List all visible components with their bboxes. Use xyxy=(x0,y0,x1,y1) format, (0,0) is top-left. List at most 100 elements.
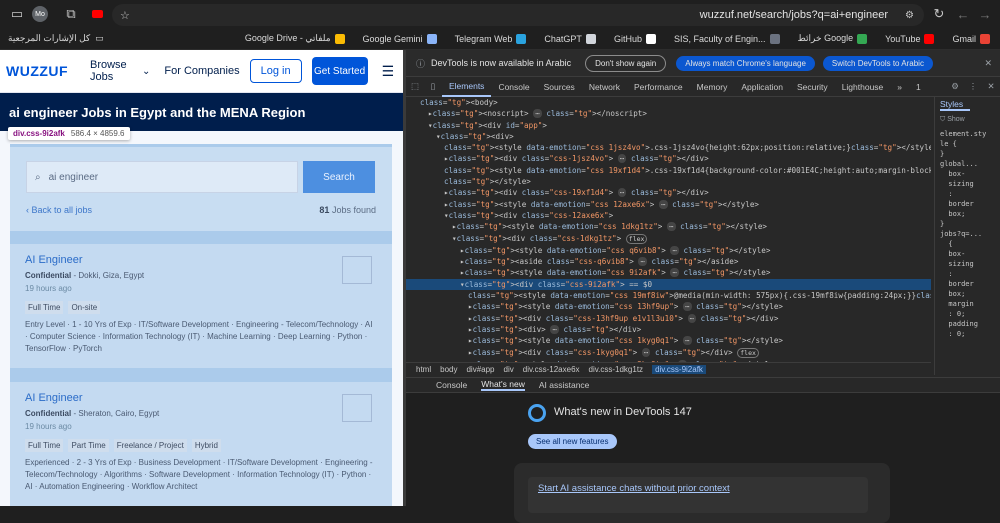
close-devtools-icon[interactable]: ✕ xyxy=(982,81,1000,92)
breadcrumb-item[interactable]: html xyxy=(416,365,431,374)
reload-icon[interactable]: ↻ xyxy=(928,3,950,25)
extensions-icon[interactable]: ⧉ xyxy=(60,3,82,25)
dom-node[interactable]: ▸class="tg"><style data-emotion="css 12a… xyxy=(406,199,931,210)
dom-node[interactable]: ▸class="tg"><aside class="css-q6vib8"> ⋯… xyxy=(406,256,931,267)
all-bookmarks[interactable]: كل الإشارات المرجعية ▭ xyxy=(8,33,104,44)
styles-filter[interactable]: ⛉ Show xyxy=(940,115,1000,125)
drawer-tab[interactable]: AI assistance xyxy=(539,380,590,390)
breadcrumb-item[interactable]: body xyxy=(440,365,457,374)
job-title[interactable]: AI Engineer xyxy=(25,254,82,266)
dom-node[interactable]: class="tg"><style data-emotion="css 19mf… xyxy=(406,290,931,301)
sidebar-toggle-icon[interactable]: ▭ xyxy=(6,3,28,25)
search-button[interactable]: Search xyxy=(303,161,375,193)
bookmark-item[interactable]: خرائط Google xyxy=(798,33,868,44)
browse-jobs-link[interactable]: Browse Jobs xyxy=(90,59,142,83)
bookmark-item[interactable]: Google Gemini xyxy=(363,33,437,44)
dom-node[interactable]: class="tg"><style data-emotion="css 19xf… xyxy=(406,165,931,176)
devtools-tab-elements[interactable]: Elements xyxy=(442,77,492,97)
job-tag[interactable]: On-site xyxy=(68,301,101,314)
styles-tab[interactable]: Styles xyxy=(940,99,970,111)
address-bar[interactable]: ☆ wuzzuf.net/search/jobs?q=ai+engineer ⚙ xyxy=(112,4,924,26)
breadcrumb-item[interactable]: div.css-1dkg1tz xyxy=(589,365,644,374)
dom-node[interactable]: ▸class="tg"><div class="css-13hf9up e1v1… xyxy=(406,313,931,324)
youtube-tab-icon[interactable] xyxy=(86,3,108,25)
feature-link[interactable]: Start AI assistance chats without prior … xyxy=(528,477,868,513)
dom-node[interactable]: ▸class="tg"><style data-emotion="css 13h… xyxy=(406,301,931,312)
settings-icon[interactable]: ⚙ xyxy=(946,81,964,92)
switch-language-button[interactable]: Switch DevTools to Arabic xyxy=(822,55,933,71)
bookmark-item[interactable]: GitHub xyxy=(614,33,656,44)
chevron-down-icon[interactable]: ⌄ xyxy=(142,66,150,77)
dom-node[interactable]: class="tg"><body> xyxy=(406,97,931,108)
issues-count-badge[interactable]: 1 xyxy=(909,77,928,97)
dom-node[interactable]: ▸class="tg"><style data-emotion="css 9i2… xyxy=(406,267,931,278)
get-started-button[interactable]: Get Started xyxy=(311,57,368,85)
dom-node[interactable]: class="tg"></style> xyxy=(406,176,931,187)
breadcrumb-item[interactable]: div xyxy=(504,365,514,374)
back-icon[interactable]: ← xyxy=(952,3,974,25)
url-text: wuzzuf.net/search/jobs?q=ai+engineer xyxy=(699,9,888,21)
company-name[interactable]: Confidential xyxy=(25,409,71,418)
devtools-tab-sources[interactable]: Sources xyxy=(537,77,582,97)
breadcrumb-item[interactable]: div.css-12axe6x xyxy=(523,365,580,374)
close-banner-icon[interactable]: ✕ xyxy=(984,58,992,69)
devtools-tab-console[interactable]: Console xyxy=(491,77,536,97)
dom-node[interactable]: ▸class="tg"><div class="css-1jsz4vo"> ⋯ … xyxy=(406,153,931,164)
job-title[interactable]: AI Engineer xyxy=(25,392,82,404)
wuzzuf-logo[interactable]: WUZZUF xyxy=(6,63,90,79)
dont-show-again-button[interactable]: Don't show again xyxy=(585,54,667,72)
hamburger-menu-icon[interactable]: ☰ xyxy=(382,63,395,80)
inspect-element-icon[interactable]: ⬚ xyxy=(406,81,424,92)
bookmark-item[interactable]: SIS, Faculty of Engin... xyxy=(674,33,780,44)
dom-node[interactable]: ▾class="tg"><div class="css-12axe6x"> xyxy=(406,210,931,221)
dom-node[interactable]: ▾class="tg"><div> xyxy=(406,131,931,142)
bookmark-item[interactable]: YouTube xyxy=(885,33,935,44)
back-to-all-jobs-link[interactable]: ‹ Back to all jobs xyxy=(26,205,92,215)
job-tag[interactable]: Part Time xyxy=(68,439,109,452)
dom-node[interactable]: ▸class="tg"><style data-emotion="css q6v… xyxy=(406,245,931,256)
for-companies-link[interactable]: For Companies xyxy=(164,65,239,77)
dom-node[interactable]: ▾class="tg"><div class="css-1dkg1tz"> fl… xyxy=(406,233,931,245)
dom-node[interactable]: ▸class="tg"><style data-emotion="css 1dk… xyxy=(406,221,931,232)
bookmark-star-icon[interactable]: ☆ xyxy=(120,9,130,22)
devtools-tab-performance[interactable]: Performance xyxy=(627,77,690,97)
devtools-tab-application[interactable]: Application xyxy=(734,77,790,97)
breadcrumb-item[interactable]: div#app xyxy=(466,365,494,374)
bookmark-item[interactable]: Google Drive - ملفاتي xyxy=(245,33,345,44)
devtools-tab-memory[interactable]: Memory xyxy=(690,77,735,97)
devtools-tab-lighthouse[interactable]: Lighthouse xyxy=(835,77,891,97)
bookmark-item[interactable]: ChatGPT xyxy=(544,33,596,44)
company-name[interactable]: Confidential xyxy=(25,271,71,280)
devtools-tab-security[interactable]: Security xyxy=(790,77,835,97)
match-language-button[interactable]: Always match Chrome's language xyxy=(676,55,815,71)
profile-avatar[interactable]: Mo xyxy=(32,6,48,22)
job-tag[interactable]: Hybrid xyxy=(191,439,221,452)
bookmark-item[interactable]: Telegram Web xyxy=(455,33,527,44)
devtools-tab-network[interactable]: Network xyxy=(582,77,627,97)
breadcrumb-item[interactable]: div.css-9i2afk xyxy=(652,364,706,374)
job-card[interactable]: AI Engineer Confidential - Dokki, Giza, E… xyxy=(10,244,392,368)
more-tabs-icon[interactable]: » xyxy=(890,77,909,97)
dom-node[interactable]: class="tg"><style data-emotion="css 1jsz… xyxy=(406,142,931,153)
job-tag[interactable]: Full Time xyxy=(25,439,64,452)
job-tag[interactable]: Freelance / Project xyxy=(113,439,187,452)
login-button[interactable]: Log in xyxy=(249,59,302,83)
site-settings-icon[interactable]: ⚙ xyxy=(905,10,914,21)
job-card[interactable]: AI Engineer Confidential - Sheraton, Cair… xyxy=(10,382,392,506)
dom-node[interactable]: ▸class="tg"><div class="css-1kyg0q1"> ⋯ … xyxy=(406,347,931,359)
bookmark-item[interactable]: Gmail xyxy=(952,33,990,44)
drawer-tab[interactable]: What's new xyxy=(481,379,525,391)
dom-node[interactable]: ▸class="tg"><noscript> ⋯ class="tg"></no… xyxy=(406,108,931,119)
job-tag[interactable]: Full Time xyxy=(25,301,64,314)
see-all-features-button[interactable]: See all new features xyxy=(528,434,617,449)
dom-node[interactable]: ▸class="tg"><div> ⋯ class="tg"></div> xyxy=(406,324,931,335)
search-input[interactable]: ⌕ ai engineer xyxy=(26,161,298,193)
forward-icon[interactable]: → xyxy=(974,3,996,25)
device-toolbar-icon[interactable]: ▯ xyxy=(424,81,442,92)
drawer-tab[interactable]: Console xyxy=(436,380,467,390)
dom-node[interactable]: ▾class="tg"><div class="css-9i2afk"> == … xyxy=(406,278,931,291)
more-options-icon[interactable]: ⋮ xyxy=(964,81,982,92)
dom-node[interactable]: ▸class="tg"><div class="css-19xf1d4"> ⋯ … xyxy=(406,187,931,198)
dom-node[interactable]: ▸class="tg"><style data-emotion="css 1ky… xyxy=(406,335,931,346)
dom-node[interactable]: ▾class="tg"><div id="app"> xyxy=(406,120,931,131)
